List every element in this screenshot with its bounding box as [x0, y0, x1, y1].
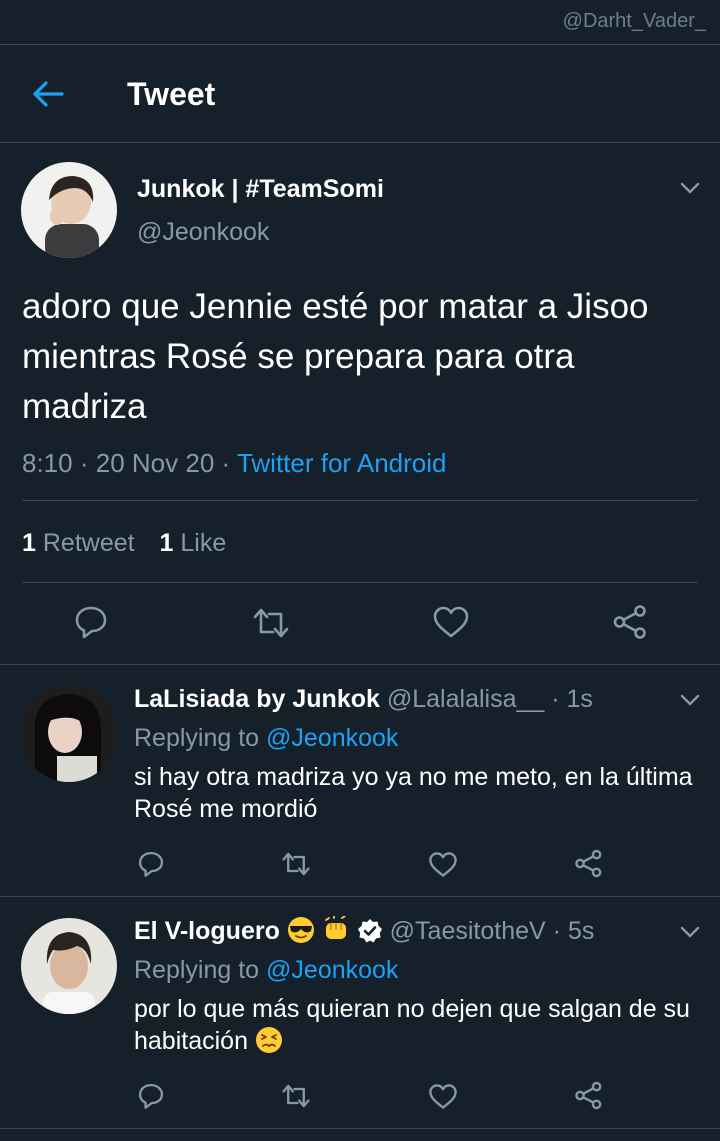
heart-icon[interactable] — [428, 1083, 458, 1110]
reply-display-name[interactable]: LaLisiada by Junkok — [134, 685, 380, 713]
tweet-date: 20 Nov 20 — [95, 448, 215, 478]
reply-header: LaLisiada by Junkok @Lalalalisa__ · 1s — [134, 683, 593, 715]
chevron-down-icon[interactable] — [678, 176, 702, 200]
reply-display-name[interactable]: El V-loguero — [134, 917, 280, 945]
reply-handle[interactable]: @Lalalalisa__ — [387, 685, 544, 713]
meta-divider — [22, 500, 698, 501]
heart-icon[interactable] — [428, 851, 458, 878]
avatar-image — [21, 162, 117, 258]
avatar[interactable] — [21, 162, 117, 258]
replying-to-handle[interactable]: @Jeonkook — [266, 724, 398, 752]
reply-icon[interactable] — [73, 604, 109, 640]
reply-text-content: por lo que más quieran no dejen que salg… — [134, 995, 690, 1055]
retweet-label: Retweet — [42, 529, 135, 557]
avatar-image — [21, 918, 117, 1014]
reply-handle[interactable]: @TaesitotheV — [390, 917, 546, 945]
verified-badge-icon — [357, 919, 382, 943]
replying-to: Replying to @Jeonkook — [134, 954, 398, 986]
fist-emoji-icon — [324, 916, 346, 939]
retweet-icon[interactable] — [252, 605, 290, 641]
back-button[interactable] — [28, 74, 68, 114]
reply-text: por lo que más quieran no dejen que salg… — [134, 993, 704, 1057]
like-label: Like — [180, 529, 227, 557]
author-handle[interactable]: @Jeonkook — [137, 215, 269, 249]
reply-time: 1s — [566, 685, 593, 713]
stats-divider — [22, 582, 698, 583]
share-icon[interactable] — [574, 1081, 603, 1110]
header-divider — [0, 142, 720, 143]
replying-to-label: Replying to — [134, 956, 260, 984]
avatar[interactable] — [21, 686, 117, 782]
avatar[interactable] — [21, 918, 117, 1014]
heart-icon[interactable] — [432, 605, 470, 639]
watermark-text: @Darht_Vader_ — [562, 10, 706, 32]
retweet-icon[interactable] — [281, 1082, 311, 1110]
back-arrow-icon — [33, 81, 64, 107]
like-stat[interactable]: 1 Like — [160, 529, 227, 557]
meta-separator: · — [79, 448, 89, 478]
replying-to-label: Replying to — [134, 724, 260, 752]
reply-divider — [0, 896, 720, 897]
retweet-count: 1 — [22, 529, 36, 557]
reply-icon[interactable] — [137, 1082, 165, 1110]
retweet-stat[interactable]: 1 Retweet — [22, 529, 153, 557]
reply-header: El V-loguero @TaesitotheV · 5s — [134, 915, 594, 947]
chevron-down-icon[interactable] — [678, 688, 702, 712]
tweet-time: 8:10 — [22, 448, 73, 478]
like-count: 1 — [159, 529, 174, 557]
share-icon[interactable] — [612, 604, 648, 640]
avatar-image — [21, 686, 117, 782]
main-tweet-divider — [0, 664, 720, 665]
retweet-icon[interactable] — [281, 850, 311, 878]
meta-separator: · — [221, 448, 231, 478]
share-icon[interactable] — [574, 849, 603, 878]
reply-divider — [0, 1128, 720, 1129]
reply-text: si hay otra madriza yo ya no me meto, en… — [134, 763, 693, 823]
chevron-down-icon[interactable] — [678, 920, 702, 944]
sunglasses-emoji-icon — [287, 917, 314, 943]
tweet-source-link[interactable]: Twitter for Android — [237, 448, 447, 478]
reply-icon[interactable] — [137, 850, 165, 878]
app-header: Tweet — [0, 44, 720, 142]
replying-to: Replying to @Jeonkook — [134, 722, 398, 754]
tweet-meta: 8:10 · 20 Nov 20 · Twitter for Android — [22, 446, 447, 480]
persevering-face-emoji-icon — [255, 1027, 282, 1053]
replying-to-handle[interactable]: @Jeonkook — [266, 956, 398, 984]
tweet-text: adoro que Jennie esté por matar a Jisoo … — [22, 287, 649, 426]
time-separator: · — [551, 685, 560, 713]
author-display-name[interactable]: Junkok | #TeamSomi — [137, 172, 384, 206]
tweet-stats: 1 Retweet 1 Like — [22, 526, 226, 560]
reply-time: 5s — [567, 917, 595, 945]
time-separator: · — [552, 917, 561, 945]
page-title: Tweet — [127, 76, 216, 112]
